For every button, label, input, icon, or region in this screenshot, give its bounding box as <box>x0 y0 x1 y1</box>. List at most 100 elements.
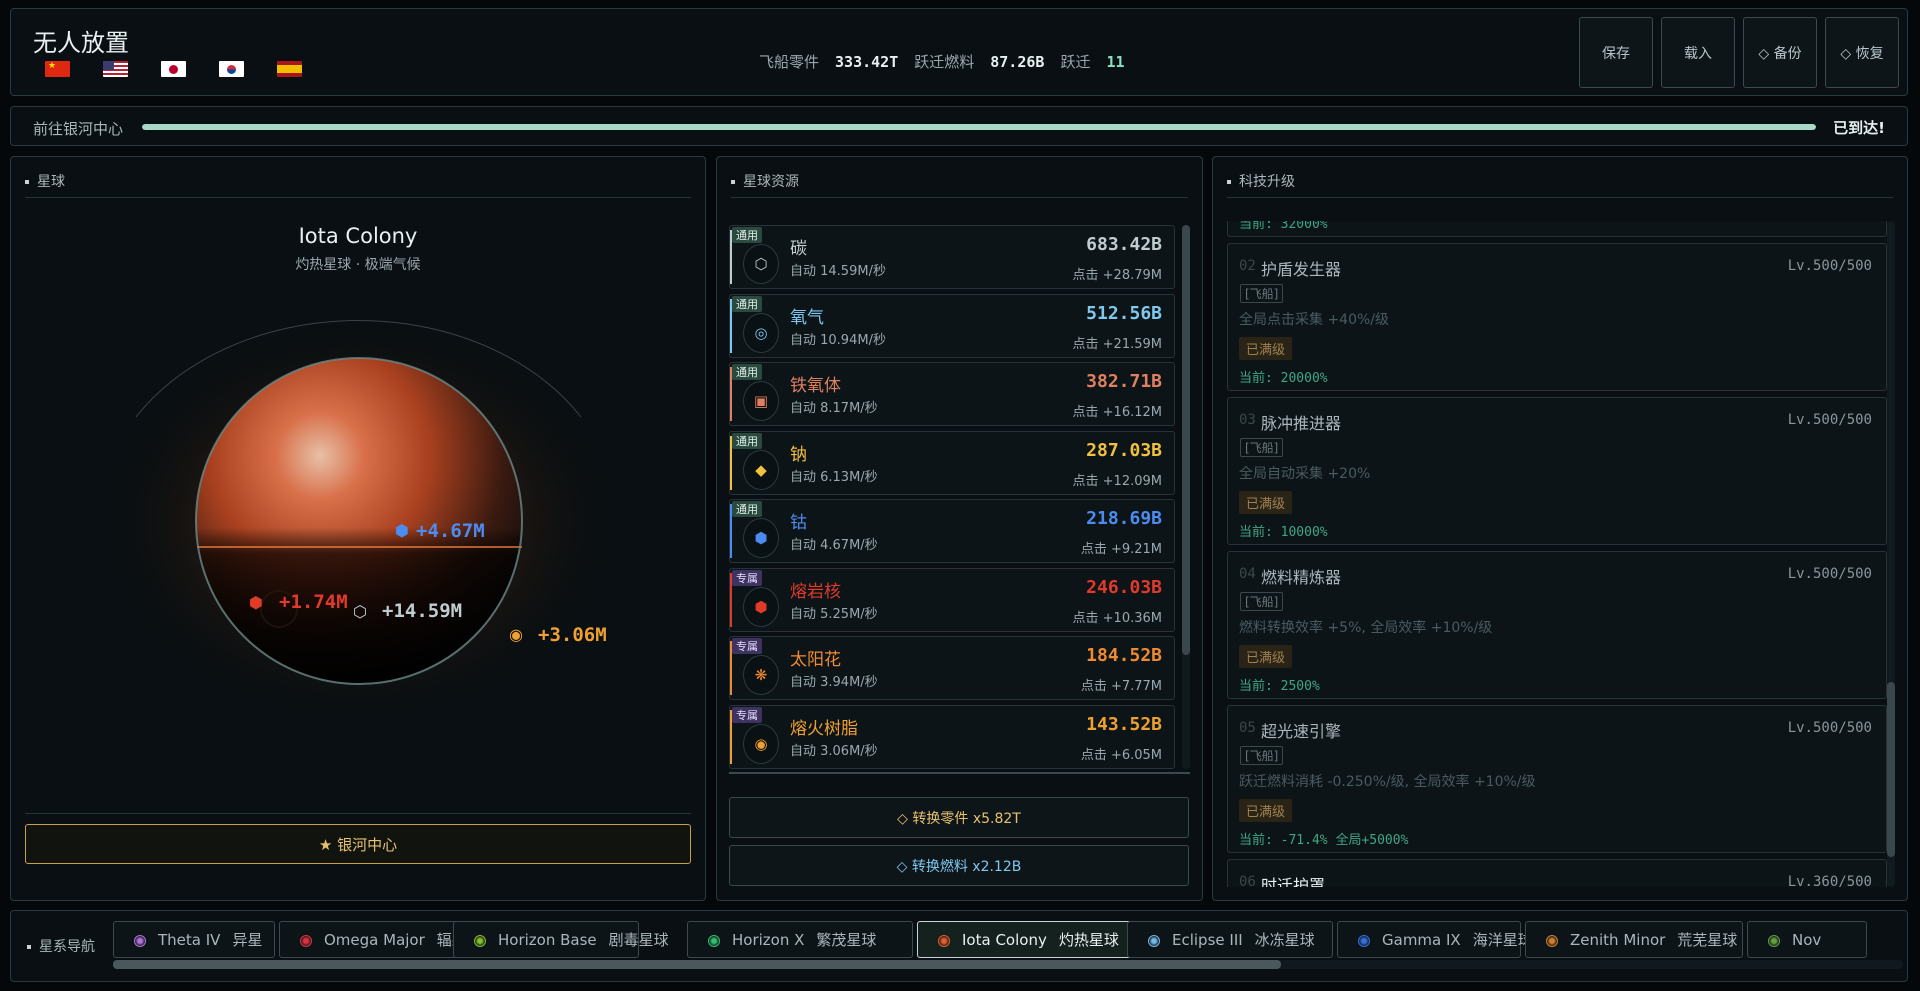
resource-row[interactable]: 专属 ◉ 熔火树脂 自动 3.06M/秒 143.52B 点击 +6.05M <box>729 704 1175 769</box>
resource-name: 铁氧体 <box>790 376 841 396</box>
tech-card-partial-bottom[interactable]: 06 时迁护罩 Lv.360/500 <box>1227 859 1887 887</box>
nav-tabs[interactable]: Theta IV异星Omega Major辐射星球Horizon Base剧毒星… <box>113 921 1903 959</box>
restore-button[interactable]: ◇ 恢复 <box>1825 17 1899 88</box>
tech-list[interactable]: 当前: 32000% 02 护盾发生器 Lv.500/500 [飞船] 全局点击采集 +… <box>1227 221 1887 887</box>
resource-row[interactable]: 专属 ❋ 太阳花 自动 3.94M/秒 184.52B 点击 +7.77M <box>729 636 1175 700</box>
flag-cn-icon[interactable] <box>45 61 70 77</box>
resource-click-rate: 点击 +7.77M <box>1080 679 1162 694</box>
resource-icon[interactable]: ⬢ <box>743 518 779 558</box>
nav-scroll-thumb[interactable] <box>113 960 1281 969</box>
resource-amount: 683.42B <box>1086 234 1162 255</box>
tech-scrollbar[interactable] <box>1887 221 1895 887</box>
tech-tag: [飞船] <box>1240 746 1284 765</box>
resource-click-rate: 点击 +9.21M <box>1080 542 1162 557</box>
tech-description: 全局点击采集 +40%/级 <box>1239 312 1390 328</box>
resource-row[interactable]: 通用 ▣ 铁氧体 自动 8.17M/秒 382.71B 点击 +16.12M <box>729 362 1175 426</box>
float-label-cobalt-text: +4.67M <box>416 520 485 542</box>
header-buttons: 保存 载入 ◇ 备份 ◇ 恢复 <box>1579 17 1899 88</box>
resource-amount: 246.03B <box>1086 576 1162 598</box>
resource-icon[interactable]: ❋ <box>743 655 779 695</box>
tech-level: Lv.360/500 <box>1787 874 1872 887</box>
flag-kr-icon[interactable] <box>219 61 244 77</box>
resource-icon[interactable]: ⬡ <box>743 244 779 284</box>
max-level-badge: 已满级 <box>1239 491 1293 514</box>
tech-card[interactable]: 02 护盾发生器 Lv.500/500 [飞船] 全局点击采集 +40%/级 已满级 当前:… <box>1227 243 1887 391</box>
nav-tab-gamma-ix[interactable]: Gamma IX 海洋星球 <box>1337 921 1533 958</box>
cobalt-icon: ⬢ <box>395 521 409 540</box>
resource-tag: 通用 <box>732 227 762 243</box>
resource-icon[interactable]: ◆ <box>743 449 779 490</box>
nav-scrollbar[interactable] <box>113 960 1903 969</box>
tech-description: 燃料转换效率 +5%, 全局效率 +10%/级 <box>1239 620 1493 636</box>
resource-row[interactable]: 通用 ⬢ 钴自动 4.67M/秒 218.69B 点击 +9.21M <box>729 499 1175 563</box>
load-button[interactable]: 载入 <box>1661 17 1735 88</box>
nav-tab-horizon-x[interactable]: Horizon X 繁茂星球 <box>687 921 913 958</box>
tech-name: 脉冲推进器 <box>1261 414 1342 433</box>
resource-row[interactable]: 通用 ◎ 氧气 自动 10.94M/秒 512.56B 点击 +21.59M <box>729 293 1175 358</box>
resource-auto-rate: 自动 4.67M/秒 <box>790 538 878 553</box>
tech-card[interactable]: 05 超光速引擎 Lv.500/500 [飞船] 跃迁燃料消耗 -0.250%/级, 全… <box>1227 705 1887 853</box>
nav-tab-iota-colony[interactable]: Iota Colony 灼热星球 <box>917 921 1133 958</box>
resource-list[interactable]: 通用 ⬡ 碳自动 14.59M/秒 683.42B 点击 +28.79M 通用 ◎ 氧气 自动 … <box>729 225 1175 769</box>
nav-tab-name: Iota Colony <box>962 930 1047 949</box>
nav-tab-theta-iv[interactable]: Theta IV 异星 <box>113 921 275 958</box>
save-button[interactable]: 保存 <box>1579 17 1653 88</box>
resource-icon[interactable]: ◎ <box>743 312 779 353</box>
tech-number: 06 <box>1239 874 1256 887</box>
convert-parts-button[interactable]: ◇ 转换零件 x5.82T <box>729 797 1189 838</box>
resource-scrollbar[interactable] <box>1182 225 1190 769</box>
resource-row[interactable]: 通用 ⬡ 碳自动 14.59M/秒 683.42B 点击 +28.79M <box>729 225 1175 289</box>
tech-scroll-thumb[interactable] <box>1887 682 1895 857</box>
nav-tab-horizon-base[interactable]: Horizon Base 剧毒星球 <box>453 921 669 958</box>
nav-tab-eclipse-iii[interactable]: Eclipse III 冰冻星球 <box>1127 921 1333 958</box>
tech-card-partial-top[interactable]: 当前: 32000% <box>1227 221 1887 237</box>
resource-row[interactable]: 专属 ⬢ 熔岩核 自动 5.25M/秒 246.03B 点击 +10.36M <box>729 567 1175 632</box>
galaxy-center-button[interactable]: ★ 银河中心 <box>25 824 691 864</box>
flag-es-icon[interactable] <box>277 61 302 77</box>
tech-card[interactable]: 03 脉冲推进器 Lv.500/500 [飞船] 全局自动采集 +20% 已满级 当前: 1… <box>1227 397 1887 545</box>
resource-name: 钴 <box>790 513 807 533</box>
tech-card[interactable]: 04 燃料精炼器 Lv.500/500 [飞船] 燃料转换效率 +5%, 全局效率 +1… <box>1227 551 1887 699</box>
resource-row[interactable]: 通用 ◆ 钠自动 6.13M/秒 287.03B 点击 +12.09M <box>729 430 1175 495</box>
tech-number: 04 <box>1239 566 1256 582</box>
resource-icon[interactable]: ◉ <box>743 723 779 764</box>
nav-tab-name: Theta IV <box>158 930 221 949</box>
header-stats: 飞船零件 333.42T 跃迁燃料 87.26B 跃迁 11 <box>759 51 1141 72</box>
tech-current: 当前: 2500% <box>1239 679 1320 694</box>
convert-fuel-button[interactable]: ◇ 转换燃料 x2.12B <box>729 845 1189 886</box>
resource-name: 熔岩核 <box>790 581 841 602</box>
resource-scroll-thumb[interactable] <box>1182 225 1190 655</box>
flag-us-icon[interactable] <box>103 61 128 77</box>
planet-name: Iota Colony <box>298 224 418 248</box>
resource-amount: 218.69B <box>1086 508 1162 529</box>
resource-auto-rate: 自动 3.94M/秒 <box>790 675 878 690</box>
planet-dot-icon <box>1148 935 1160 947</box>
backup-button[interactable]: ◇ 备份 <box>1743 17 1817 88</box>
stat-parts-label: 飞船零件 <box>759 53 820 71</box>
planet-dot-icon <box>1358 935 1370 947</box>
tech-panel: 科技升级 当前: 32000% 02 护盾发生器 Lv.500/500 [飞船] 全局点… <box>1212 156 1908 901</box>
resource-amount: 143.52B <box>1086 713 1162 735</box>
flag-jp-icon[interactable] <box>161 61 186 77</box>
resource-click-rate: 点击 +21.59M <box>1072 336 1162 352</box>
lava-core-icon: ⬢ <box>249 593 263 612</box>
resource-click-rate: 点击 +28.79M <box>1072 268 1162 283</box>
resource-amount: 512.56B <box>1086 302 1162 324</box>
max-level-badge: 已满级 <box>1239 645 1293 668</box>
resource-auto-rate: 自动 14.59M/秒 <box>790 264 886 279</box>
tech-current: 当前: 10000% <box>1239 525 1328 540</box>
galaxy-progress: 前往银河中心 已到达! <box>10 106 1908 146</box>
tech-level: Lv.500/500 <box>1787 258 1872 274</box>
tech-panel-title: 科技升级 <box>1227 171 1295 191</box>
float-label-carbon-text: +14.59M <box>382 600 462 622</box>
planet-panel-title: 星球 <box>25 171 65 191</box>
resource-tag: 专属 <box>732 569 762 586</box>
resource-auto-rate: 自动 5.25M/秒 <box>790 606 878 622</box>
resource-icon[interactable]: ⬢ <box>743 586 779 627</box>
progress-label: 前往银河中心 <box>33 120 124 138</box>
nav-tab-nov[interactable]: Nov <box>1747 921 1867 958</box>
resource-icon[interactable]: ▣ <box>743 381 779 421</box>
resource-tag: 通用 <box>732 295 762 312</box>
nav-tab-type: 冰冻星球 <box>1254 931 1315 949</box>
nav-tab-zenith-minor[interactable]: Zenith Minor 荒芜星球 <box>1525 921 1743 958</box>
